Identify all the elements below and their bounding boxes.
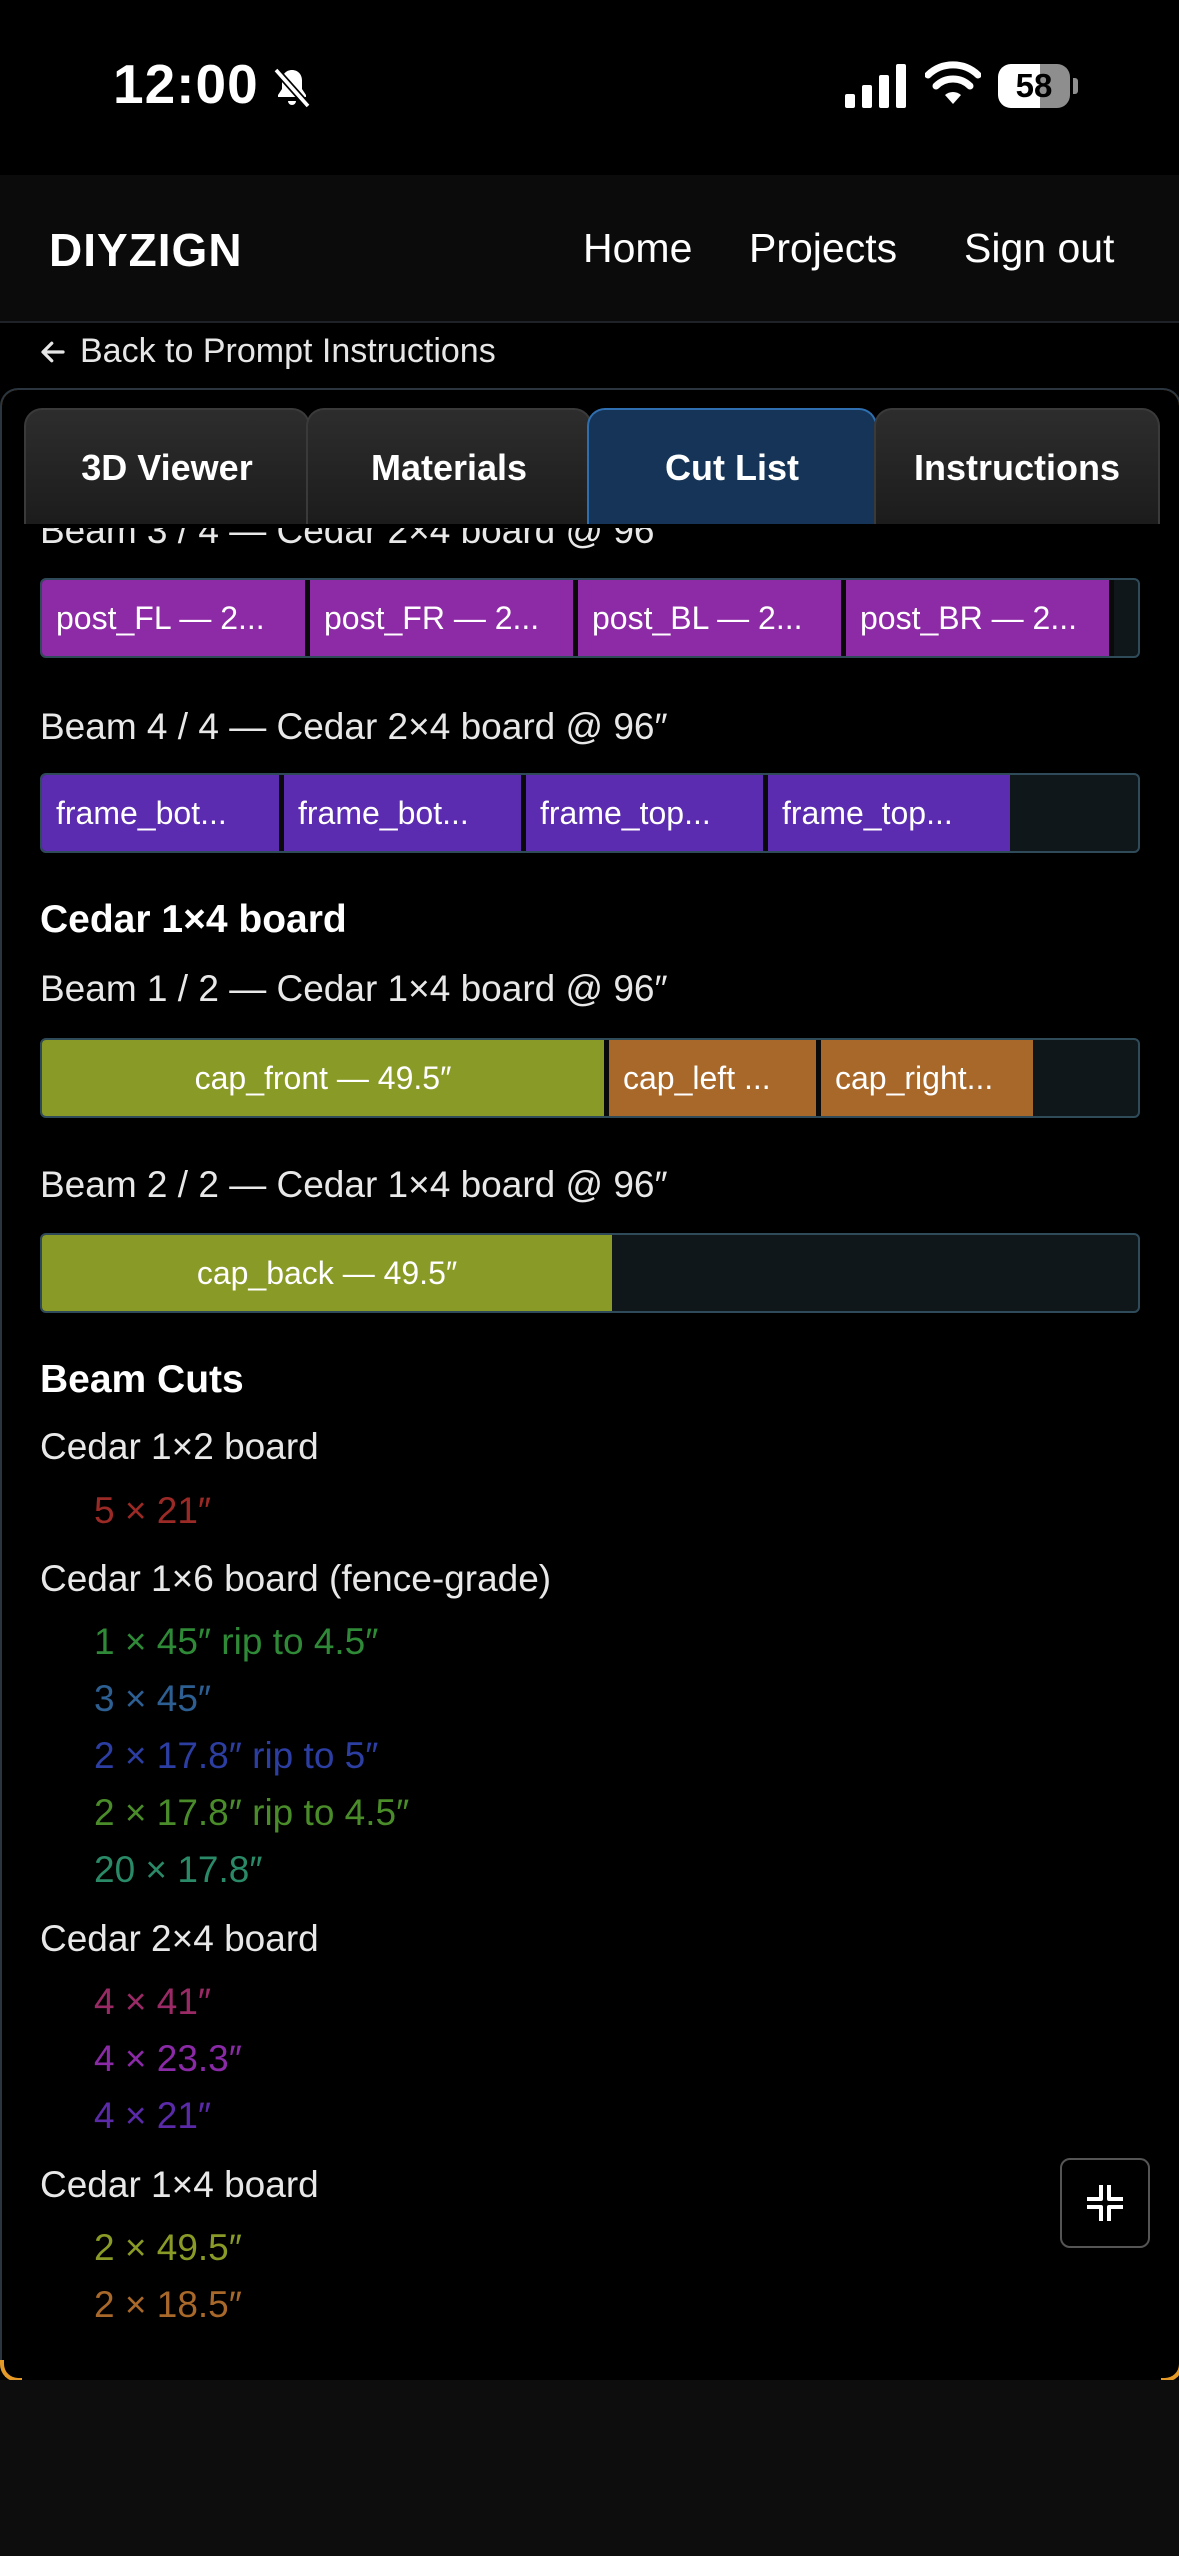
top-navbar: DIYZIGN Home Projects Sign out [0,175,1179,323]
material-name: Cedar 1×2 board [40,1426,319,1467]
arrow-left-icon [41,341,65,362]
tab-bar: 3D Viewer Materials Cut List Instruction… [2,390,1179,528]
cut-item: 4 × 21″ [94,2095,211,2136]
beam-title: Beam 3 / 4 — Cedar 2×4 board @ 96″ [40,528,668,551]
clock: 12:00 [113,53,259,115]
tab-3d-viewer[interactable]: 3D Viewer [24,408,310,524]
cut-item: 2 × 17.8″ rip to 4.5″ [94,1792,410,1833]
tab-instructions[interactable]: Instructions [874,408,1160,524]
battery-icon: 58 [998,64,1078,108]
battery-percent: 58 [1015,67,1053,104]
cut-segment[interactable]: cap_front — 49.5″ [42,1040,609,1116]
cut-item: 2 × 17.8″ rip to 5″ [94,1735,379,1776]
cut-item: 20 × 17.8″ [94,1849,263,1890]
cut-segment[interactable]: frame_bot... [42,775,284,851]
cut-segment[interactable]: post_FR — 2... [310,580,578,656]
back-link-label: Back to Prompt Instructions [80,332,496,370]
beam-title: Beam 4 / 4 — Cedar 2×4 board @ 96″ [40,706,668,747]
cut-segment[interactable]: frame_top... [768,775,1010,851]
cellular-signal-icon [845,64,906,108]
material-name: Cedar 1×4 board [40,2164,319,2205]
cut-segment[interactable]: frame_bot... [284,775,526,851]
cut-segment[interactable]: cap_left ... [609,1040,821,1116]
beam-bar: cap_back — 49.5″ [40,1233,1140,1313]
nav-signout-link[interactable]: Sign out [964,225,1114,272]
nav-projects-link[interactable]: Projects [749,225,897,272]
material-section-heading: Cedar 1×4 board [40,898,347,941]
fullscreen-exit-button[interactable] [1060,2158,1150,2248]
cut-segment[interactable]: post_BL — 2... [578,580,846,656]
back-link[interactable]: Back to Prompt Instructions [38,332,496,371]
collapse-icon [1087,2185,1123,2221]
cut-segment[interactable]: post_BR — 2... [846,580,1114,656]
beam-cuts-heading: Beam Cuts [40,1358,244,1401]
material-name: Cedar 2×4 board [40,1918,319,1959]
cut-item: 5 × 21″ [94,1490,211,1531]
bell-muted-icon [273,67,311,109]
cut-item: 1 × 45″ rip to 4.5″ [94,1621,379,1662]
cut-item: 3 × 45″ [94,1678,211,1719]
cut-item: 4 × 41″ [94,1981,211,2022]
beam-bar: frame_bot... frame_bot... frame_top... f… [40,773,1140,853]
beam-bar: cap_front — 49.5″ cap_left ... cap_right… [40,1038,1140,1118]
nav-home-link[interactable]: Home [583,225,692,272]
cut-segment[interactable]: cap_right... [821,1040,1033,1116]
bottom-area [0,2380,1179,2556]
cut-item: 2 × 49.5″ [94,2227,242,2268]
cut-item: 4 × 23.3″ [94,2038,242,2079]
cut-list-panel: 3D Viewer Materials Cut List Instruction… [0,388,1179,2382]
cut-segment[interactable]: cap_back — 49.5″ [42,1235,612,1311]
status-bar: 12:00 58 [0,0,1179,175]
beam-title: Beam 1 / 2 — Cedar 1×4 board @ 96″ [40,968,668,1009]
wifi-icon [925,61,981,104]
brand-logo[interactable]: DIYZIGN [49,223,243,277]
cut-item: 2 × 18.5″ [94,2284,242,2325]
tab-materials[interactable]: Materials [306,408,592,524]
cut-list-content: Beam 3 / 4 — Cedar 2×4 board @ 96″ post_… [2,528,1179,2378]
beam-bar: post_FL — 2... post_FR — 2... post_BL — … [40,578,1140,658]
beam-title: Beam 2 / 2 — Cedar 1×4 board @ 96″ [40,1164,668,1205]
cut-segment[interactable]: post_FL — 2... [42,580,310,656]
cut-segment[interactable]: frame_top... [526,775,768,851]
material-name: Cedar 1×6 board (fence-grade) [40,1558,552,1599]
tab-cut-list[interactable]: Cut List [587,408,877,524]
